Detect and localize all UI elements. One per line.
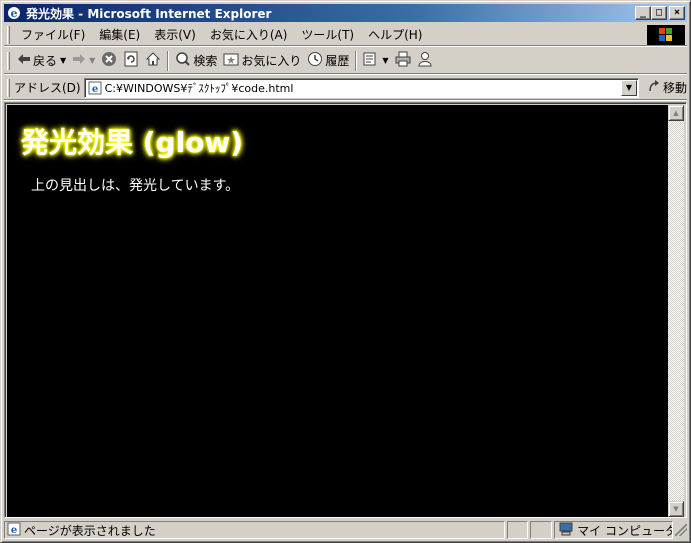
menu-file[interactable]: ファイル(F) bbox=[14, 26, 92, 43]
back-arrow-icon bbox=[17, 53, 31, 68]
status-panel-empty bbox=[506, 521, 529, 539]
messenger-icon bbox=[417, 51, 433, 70]
body-text: 上の見出しは、発光しています。 bbox=[31, 178, 240, 194]
status-zone-panel: マイ コンピュータ bbox=[554, 521, 674, 539]
address-dropdown-icon[interactable]: ▼ bbox=[620, 79, 637, 96]
vertical-scrollbar[interactable]: ▲ ▼ bbox=[668, 105, 684, 517]
addressbar-grip[interactable] bbox=[7, 78, 10, 97]
address-url: C:¥WINDOWS¥ﾃﾞｽｸﾄｯﾌﾟ¥code.html bbox=[104, 81, 294, 95]
search-button[interactable]: 検索 bbox=[172, 50, 220, 72]
messenger-button[interactable] bbox=[414, 50, 436, 72]
menubar-grip[interactable] bbox=[7, 25, 10, 44]
glow-heading: 発光効果 (glow) bbox=[21, 126, 244, 159]
print-icon bbox=[395, 51, 411, 70]
go-button[interactable]: 移動 bbox=[647, 79, 687, 96]
menu-favorites[interactable]: お気に入り(A) bbox=[203, 26, 295, 43]
back-button[interactable]: 戻る ▼ bbox=[14, 50, 69, 72]
maximize-button[interactable]: □ bbox=[651, 6, 667, 20]
minimize-button[interactable]: _ bbox=[635, 6, 651, 20]
address-bar: アドレス(D) e C:¥WINDOWS¥ﾃﾞｽｸﾄｯﾌﾟ¥code.html … bbox=[4, 76, 687, 100]
page-content[interactable]: 発光効果 (glow) 上の見出しは、発光しています。 bbox=[7, 105, 670, 517]
history-label: 履歴 bbox=[325, 54, 350, 68]
favorites-icon bbox=[223, 51, 239, 70]
history-button[interactable]: 履歴 bbox=[304, 50, 352, 72]
menu-edit[interactable]: 編集(E) bbox=[92, 26, 147, 43]
back-label: 戻る bbox=[33, 54, 58, 68]
address-input[interactable]: e C:¥WINDOWS¥ﾃﾞｽｸﾄｯﾌﾟ¥code.html ▼ bbox=[83, 77, 639, 98]
status-main-panel: e ページが表示されました bbox=[4, 521, 505, 539]
back-dropdown-icon[interactable]: ▼ bbox=[60, 56, 66, 65]
favorites-label: お気に入り bbox=[241, 54, 302, 68]
go-arrow-icon bbox=[647, 79, 661, 96]
refresh-icon bbox=[123, 51, 139, 70]
stop-button[interactable] bbox=[98, 50, 120, 72]
stop-icon bbox=[101, 51, 117, 70]
home-icon bbox=[145, 51, 161, 70]
forward-dropdown-icon[interactable]: ▼ bbox=[89, 56, 95, 65]
ie-icon: e bbox=[6, 5, 22, 21]
browser-window: e 発光効果 - Microsoft Internet Explorer _ □… bbox=[0, 0, 691, 543]
status-panel-empty bbox=[530, 521, 553, 539]
scroll-up-button[interactable]: ▲ bbox=[668, 105, 684, 121]
standard-toolbar: 戻る ▼ ▼ 検索 お気に入り 履歴 ▼ bbox=[4, 48, 687, 74]
status-bar: e ページが表示されました マイ コンピュータ bbox=[4, 520, 688, 540]
menu-bar: ファイル(F) 編集(E) 表示(V) お気に入り(A) ツール(T) ヘルプ(… bbox=[4, 24, 687, 46]
close-button[interactable]: × bbox=[669, 6, 685, 20]
address-label: アドレス(D) bbox=[14, 81, 81, 95]
home-button[interactable] bbox=[142, 50, 164, 72]
print-button[interactable] bbox=[392, 50, 414, 72]
search-icon bbox=[175, 51, 191, 70]
menu-tools[interactable]: ツール(T) bbox=[294, 26, 361, 43]
svg-text:e: e bbox=[91, 84, 97, 95]
page-icon: e bbox=[87, 80, 103, 96]
windows-logo-icon bbox=[647, 25, 685, 45]
go-label: 移動 bbox=[662, 81, 687, 95]
status-zone-text: マイ コンピュータ bbox=[577, 523, 674, 538]
mail-button[interactable]: ▼ bbox=[360, 50, 391, 72]
menu-help[interactable]: ヘルプ(H) bbox=[361, 26, 429, 43]
status-text: ページが表示されました bbox=[24, 523, 156, 538]
favorites-button[interactable]: お気に入り bbox=[220, 50, 304, 72]
resize-grip[interactable] bbox=[675, 524, 688, 536]
refresh-button[interactable] bbox=[120, 50, 142, 72]
search-label: 検索 bbox=[193, 54, 218, 68]
forward-button[interactable]: ▼ bbox=[69, 50, 98, 72]
title-bar[interactable]: e 発光効果 - Microsoft Internet Explorer _ □… bbox=[4, 4, 687, 22]
mail-dropdown-icon[interactable]: ▼ bbox=[382, 56, 388, 65]
toolbar-separator bbox=[167, 50, 170, 71]
svg-text:e: e bbox=[11, 7, 18, 20]
my-computer-icon bbox=[558, 522, 574, 538]
scroll-down-button[interactable]: ▼ bbox=[668, 501, 684, 517]
svg-text:e: e bbox=[11, 525, 17, 536]
history-icon bbox=[307, 51, 323, 70]
toolbar-grip[interactable] bbox=[7, 51, 10, 70]
toolbar-separator bbox=[355, 50, 358, 71]
forward-arrow-icon bbox=[72, 53, 86, 68]
status-page-icon: e bbox=[7, 522, 21, 538]
content-frame: 発光効果 (glow) 上の見出しは、発光しています。 ▲ ▼ bbox=[4, 102, 687, 518]
mail-icon bbox=[363, 51, 379, 70]
menu-view[interactable]: 表示(V) bbox=[147, 26, 203, 43]
window-title: 発光効果 - Microsoft Internet Explorer bbox=[26, 6, 272, 21]
